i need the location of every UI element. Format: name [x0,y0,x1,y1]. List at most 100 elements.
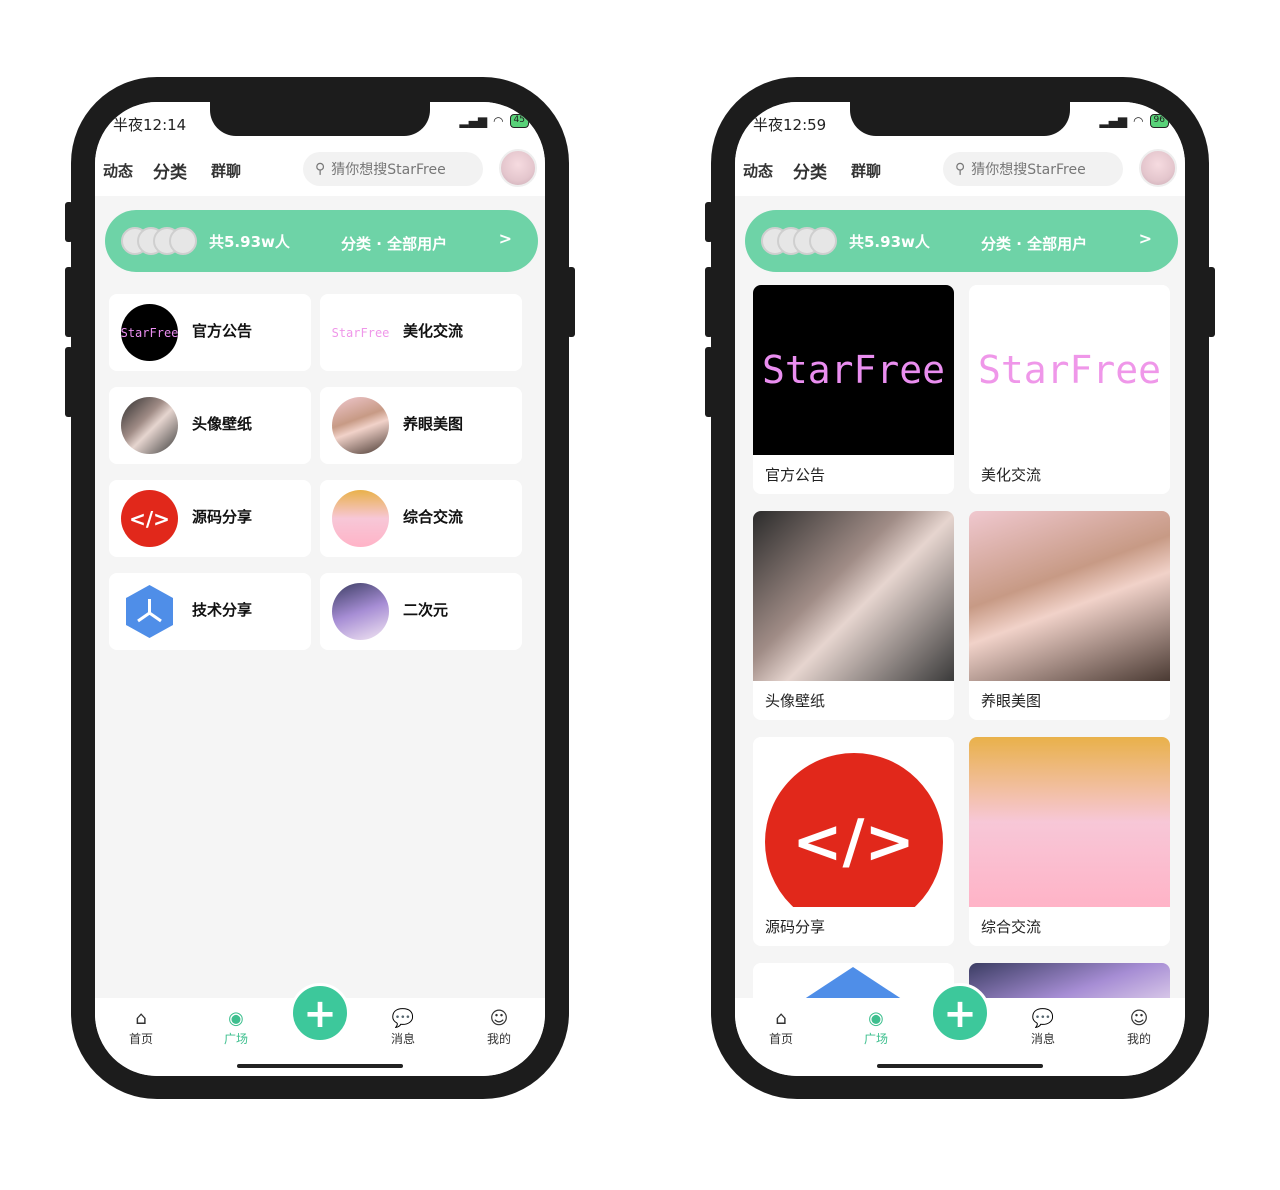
status-time: 半夜12:59 [753,116,827,134]
power-button [567,267,575,337]
tab-label: 我的 [486,1032,511,1046]
tab-label: 首页 [128,1032,153,1046]
tab-label: 首页 [768,1032,793,1046]
code-icon: </> [121,490,178,547]
tab-fenlei[interactable]: 分类 [793,158,827,183]
tab-qunliao[interactable]: 群聊 [211,160,241,181]
tab-home[interactable]: ⌂ 首页 [111,1008,171,1047]
user-avatars [121,227,211,255]
category-item[interactable]: 综合交流 [320,480,522,557]
tab-dongtai[interactable]: 动态 [743,160,773,181]
tab-label: 广场 [223,1032,248,1046]
search-input[interactable]: ⚲ 猜你想搜StarFree [943,152,1123,186]
category-label: 综合交流 [403,508,464,526]
volume-down-button [65,347,73,417]
category-item[interactable]: 养眼美图 [320,387,522,464]
bottom-tab-bar: ⌂ 首页 ◉ 广场 + 💬 消息 ☺ 我的 [735,983,1185,1076]
tab-messages[interactable]: 💬 消息 [1013,1008,1073,1047]
avatar-photo-icon [121,397,178,454]
tab-messages[interactable]: 💬 消息 [373,1008,433,1047]
compass-icon: ◉ [868,1008,884,1029]
category-label: 源码分享 [192,508,253,526]
category-label: 美化交流 [981,466,1042,484]
anime-icon [332,490,389,547]
avatar[interactable] [499,149,537,187]
avatar[interactable] [1139,149,1177,187]
chevron-right-icon: > [498,229,512,248]
anime-image [969,737,1170,907]
user-avatars [761,227,851,255]
category-label: 技术分享 [192,601,253,619]
search-icon: ⚲ [315,161,326,177]
wifi-icon: ◠ [1133,114,1144,128]
category-label: 二次元 [403,601,449,619]
wifi-icon: ◠ [493,114,504,128]
category-label: 综合交流 [981,918,1042,936]
home-icon: ⌂ [135,1008,147,1029]
tab-label: 广场 [863,1032,888,1046]
category-label: 官方公告 [192,322,253,340]
add-post-button[interactable]: + [930,983,990,1043]
screen-left: 半夜12:14 ▂▄▆ ◠ 45 动态 分类 群聊 ⚲ 猜你想搜StarFree… [95,102,545,1076]
volume-down-button [705,347,713,417]
starfree-image: StarFree [969,285,1170,455]
top-header: 动态 分类 群聊 ⚲ 猜你想搜StarFree [95,146,545,196]
category-card[interactable]: 头像壁纸 [753,511,954,720]
phone-frame-left: 半夜12:14 ▂▄▆ ◠ 45 动态 分类 群聊 ⚲ 猜你想搜StarFree… [65,77,575,1099]
tab-square[interactable]: ◉ 广场 [206,1008,266,1047]
category-label: 美化交流 [403,322,464,340]
tab-dongtai[interactable]: 动态 [103,160,133,181]
add-post-button[interactable]: + [290,983,350,1043]
tab-fenlei[interactable]: 分类 [153,158,187,183]
category-card[interactable]: 综合交流 [969,737,1170,946]
category-item[interactable]: 技术分享 [109,573,311,650]
tab-label: 消息 [390,1032,415,1046]
user-banner[interactable]: 共5.93w人 分类 · 全部用户 > [745,210,1178,272]
top-header: 动态 分类 群聊 ⚲ 猜你想搜StarFree [735,146,1185,196]
tab-square[interactable]: ◉ 广场 [846,1008,906,1047]
category-label: 养眼美图 [981,692,1042,710]
starfree-logo-icon: StarFree [121,304,178,361]
category-label: 源码分享 [765,918,826,936]
notch [210,102,430,136]
banner-category-label: 分类 · 全部用户 [341,235,448,253]
bottom-tab-bar: ⌂ 首页 ◉ 广场 + 💬 消息 ☺ 我的 [95,983,545,1076]
category-item[interactable]: </> 源码分享 [109,480,311,557]
status-icons: ▂▄▆ ◠ 45 [459,114,529,128]
category-item[interactable]: 头像壁纸 [109,387,311,464]
status-time: 半夜12:14 [113,116,187,134]
category-item[interactable]: StarFree 美化交流 [320,294,522,371]
category-card[interactable]: 养眼美图 [969,511,1170,720]
tab-label: 消息 [1030,1032,1055,1046]
volume-up-button [705,267,713,337]
tab-profile[interactable]: ☺ 我的 [1109,1008,1169,1047]
profile-icon: ☺ [489,1008,509,1029]
profile-icon: ☺ [1129,1008,1149,1029]
tab-home[interactable]: ⌂ 首页 [751,1008,811,1047]
phone-frame-right: 半夜12:59 ▂▄▆ ◠ 96 动态 分类 群聊 ⚲ 猜你想搜StarFree… [705,77,1215,1099]
category-label: 养眼美图 [403,415,464,433]
screen-right: 半夜12:59 ▂▄▆ ◠ 96 动态 分类 群聊 ⚲ 猜你想搜StarFree… [735,102,1185,1076]
user-count: 共5.93w人 [849,233,930,251]
battery-icon: 96 [1149,114,1169,128]
category-label: 头像壁纸 [192,415,253,433]
user-count: 共5.93w人 [209,233,290,251]
category-card[interactable]: </> 源码分享 [753,737,954,946]
category-item[interactable]: StarFree 官方公告 [109,294,311,371]
tab-label: 我的 [1126,1032,1151,1046]
photo-icon [332,397,389,454]
category-card[interactable]: StarFree 美化交流 [969,285,1170,494]
user-banner[interactable]: 共5.93w人 分类 · 全部用户 > [105,210,538,272]
status-icons: ▂▄▆ ◠ 96 [1099,114,1169,128]
home-indicator [877,1064,1043,1068]
home-icon: ⌂ [775,1008,787,1029]
code-icon: </> [764,753,943,907]
tab-profile[interactable]: ☺ 我的 [469,1008,529,1047]
tab-qunliao[interactable]: 群聊 [851,160,881,181]
notch [850,102,1070,136]
anime-icon [332,583,389,640]
category-card[interactable]: StarFree 官方公告 [753,285,954,494]
category-item[interactable]: 二次元 [320,573,522,650]
compass-icon: ◉ [228,1008,244,1029]
search-input[interactable]: ⚲ 猜你想搜StarFree [303,152,483,186]
